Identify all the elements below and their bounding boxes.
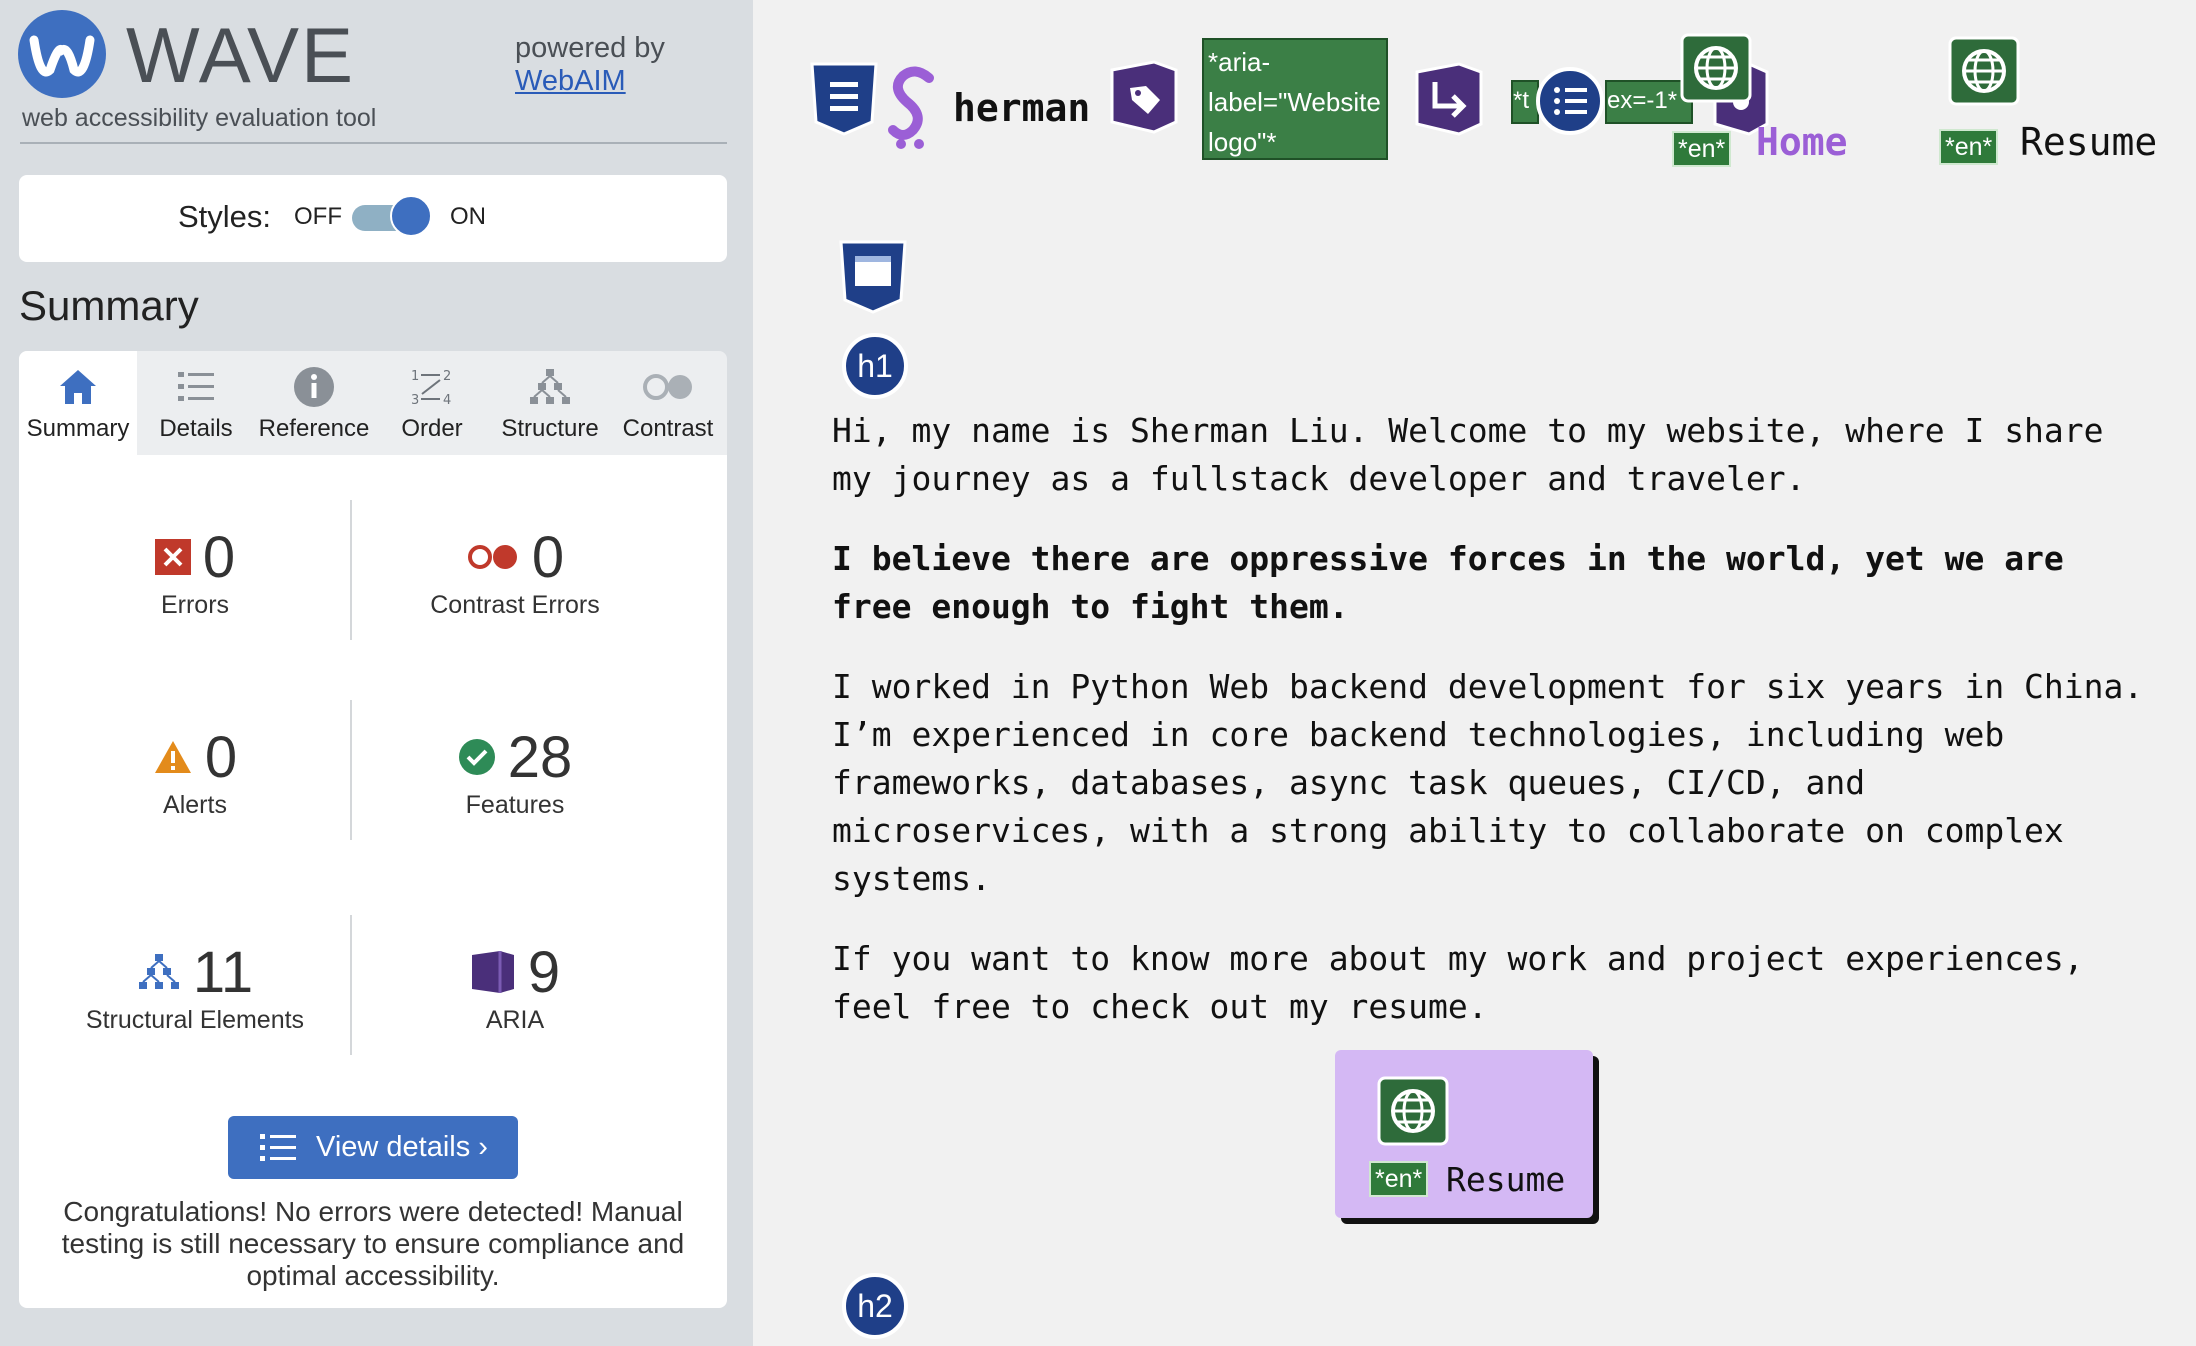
contrast-errors-stat: 0 Contrast Errors bbox=[365, 525, 665, 620]
contrast-errors-label: Contrast Errors bbox=[430, 591, 600, 619]
tab-order[interactable]: 1 2 3 4 Order bbox=[373, 351, 491, 455]
powered-by: powered by WebAIM bbox=[515, 32, 665, 98]
styles-toggle-knob[interactable] bbox=[390, 195, 432, 237]
aria-stat: 9 ARIA bbox=[365, 940, 665, 1035]
h1-badge: h1 bbox=[842, 333, 908, 399]
features-label: Features bbox=[465, 791, 565, 819]
alerts-stat: 0 Alerts bbox=[45, 725, 345, 820]
styles-off-label: OFF bbox=[294, 203, 342, 230]
alert-icon bbox=[154, 741, 191, 773]
svg-text:2: 2 bbox=[443, 369, 451, 384]
svg-text:3: 3 bbox=[411, 393, 419, 408]
wave-logo-icon bbox=[18, 10, 106, 98]
language-globe-icon bbox=[1377, 1076, 1449, 1146]
tab-label: Order bbox=[401, 415, 463, 442]
errors-stat: 0 Errors bbox=[45, 525, 345, 620]
alerts-count: 0 bbox=[204, 724, 238, 790]
tab-contrast[interactable]: Contrast bbox=[609, 351, 727, 455]
evaluated-page: herman *aria-label="Website logo"* *t ex… bbox=[753, 0, 2196, 1346]
order-icon: 1 2 3 4 bbox=[411, 369, 451, 408]
stat-divider bbox=[350, 915, 352, 1055]
alerts-label: Alerts bbox=[163, 791, 227, 819]
svg-text:1: 1 bbox=[411, 369, 419, 384]
main-landmark-icon bbox=[839, 240, 907, 314]
contrast-errors-count: 0 bbox=[531, 524, 565, 590]
features-count: 28 bbox=[507, 724, 573, 790]
errors-label: Errors bbox=[160, 591, 230, 619]
error-icon bbox=[154, 539, 191, 575]
aria-label: ARIA bbox=[485, 1006, 545, 1034]
summary-heading: Summary bbox=[19, 282, 199, 329]
list-icon bbox=[1536, 67, 1604, 135]
tab-reference[interactable]: Reference bbox=[255, 351, 373, 455]
resume-paragraph: If you want to know more about my work a… bbox=[832, 939, 2084, 1026]
header-landmark-icon bbox=[810, 62, 878, 136]
language-globe-icon bbox=[1680, 33, 1752, 103]
features-stat: 28 Features bbox=[365, 725, 665, 820]
structure-icon bbox=[530, 369, 570, 404]
wave-logo-text: WAVE bbox=[126, 11, 356, 99]
experience-paragraph: I worked in Python Web backend developme… bbox=[832, 667, 2144, 898]
h2-badge: h2 bbox=[842, 1273, 908, 1339]
structural-count: 11 bbox=[192, 939, 254, 1005]
intro-paragraph: Hi, my name is Sherman Liu. Welcome to m… bbox=[832, 411, 2104, 498]
styles-toggle-panel: Styles: OFF ON bbox=[19, 175, 727, 262]
errors-count: 0 bbox=[202, 524, 236, 590]
tab-details[interactable]: Details bbox=[137, 351, 255, 455]
feature-check-icon bbox=[458, 739, 495, 775]
tab-label: Structure bbox=[501, 415, 599, 442]
svg-text:4: 4 bbox=[443, 393, 451, 408]
nav-home-link[interactable]: Home bbox=[1756, 120, 1848, 164]
site-brand[interactable]: herman bbox=[953, 86, 1090, 130]
styles-label: Styles: bbox=[178, 199, 272, 234]
stat-divider bbox=[350, 700, 352, 840]
congrats-message: Congratulations! No errors were detected… bbox=[61, 1196, 685, 1291]
site-logo-icon bbox=[888, 66, 934, 149]
summary-panel: 0 Errors 0 Contrast Errors 0 Alerts 28 F… bbox=[19, 455, 727, 1308]
contrast-error-icon bbox=[467, 545, 517, 569]
tab-label: Reference bbox=[258, 415, 370, 442]
wave-tabs: Summary Details Reference 1 2 3 4 Order Str… bbox=[19, 351, 727, 455]
resume-button[interactable]: *en* Resume bbox=[1335, 1050, 1593, 1218]
aria-redirect-icon bbox=[1415, 62, 1483, 136]
styles-on-label: ON bbox=[450, 203, 486, 230]
list-icon bbox=[260, 1133, 297, 1161]
home-icon bbox=[60, 370, 96, 404]
wave-tagline: web accessibility evaluation tool bbox=[22, 104, 377, 132]
powered-by-label: powered by bbox=[515, 32, 665, 64]
stat-divider bbox=[350, 500, 352, 640]
view-details-button[interactable]: View details › bbox=[228, 1116, 518, 1179]
tab-label: Details bbox=[159, 415, 233, 442]
wave-sidebar: WAVE web accessibility evaluation tool p… bbox=[0, 0, 753, 1346]
resume-button-label: Resume bbox=[1446, 1160, 1566, 1199]
list-icon bbox=[178, 372, 214, 401]
aria-label-tag: *aria-label="Website logo"* bbox=[1202, 38, 1388, 160]
tab-label: Summary bbox=[26, 415, 130, 442]
lang-tag: *en* bbox=[1939, 129, 1999, 165]
tab-structure[interactable]: Structure bbox=[491, 351, 609, 455]
tab-label: Contrast bbox=[622, 415, 714, 442]
webaim-link[interactable]: WebAIM bbox=[515, 65, 665, 98]
language-globe-icon bbox=[1948, 36, 2020, 106]
aria-count: 9 bbox=[527, 939, 561, 1005]
divider bbox=[20, 142, 727, 144]
structural-stat: 11 Structural Elements bbox=[45, 940, 345, 1035]
contrast-icon bbox=[643, 374, 692, 400]
info-icon bbox=[294, 367, 334, 407]
aria-label-icon bbox=[1110, 60, 1178, 134]
tab-summary[interactable]: Summary bbox=[19, 351, 137, 455]
lang-tag: *en* bbox=[1369, 1161, 1429, 1197]
belief-paragraph: I believe there are oppressive forces in… bbox=[832, 539, 2064, 626]
aria-icon bbox=[471, 951, 514, 993]
structure-icon bbox=[138, 954, 179, 989]
lang-tag: *en* bbox=[1672, 131, 1732, 167]
view-details-label: View details › bbox=[316, 1131, 488, 1163]
nav-resume-link[interactable]: Resume bbox=[2020, 120, 2157, 164]
structural-label: Structural Elements bbox=[85, 1006, 305, 1034]
